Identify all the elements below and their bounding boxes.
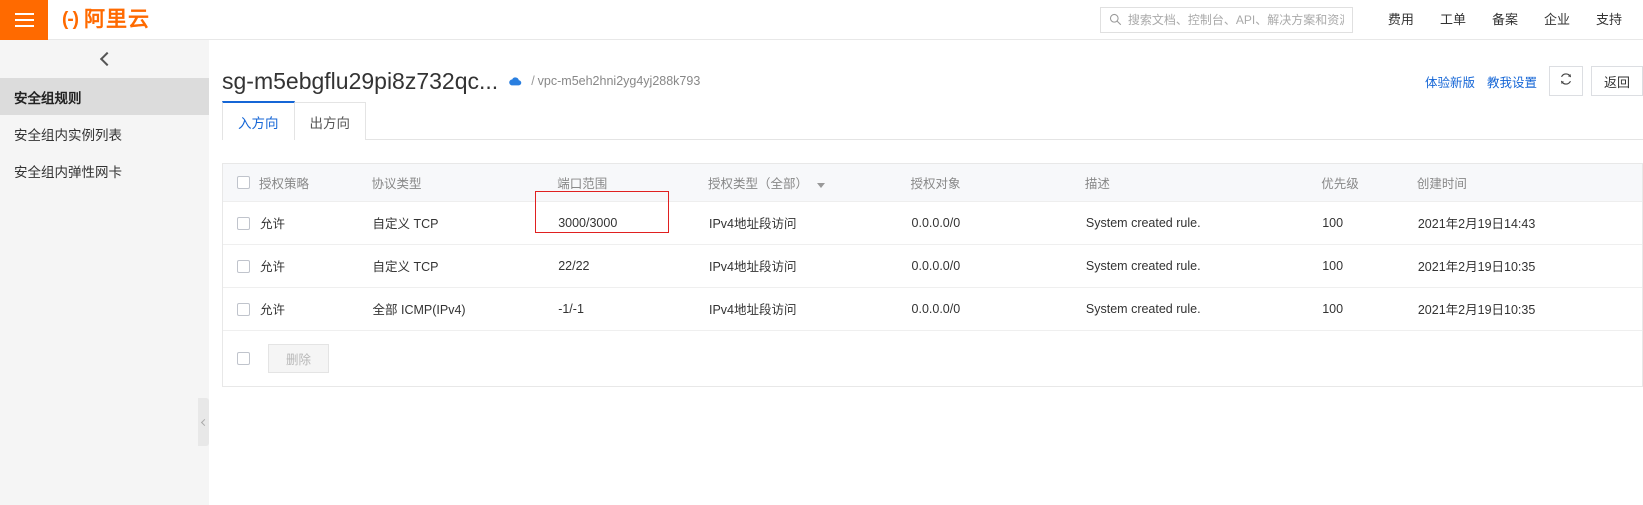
top-header: (-) 阿里云 费用 工单 备案 企业 支持 <box>0 0 1643 40</box>
column-header-policy: 授权策略 <box>259 164 372 202</box>
chevron-left-icon <box>99 51 114 67</box>
sidebar-item-eni-list[interactable]: 安全组内弹性网卡 <box>0 152 209 189</box>
row-checkbox-cell <box>223 244 259 288</box>
column-header-auth-type-label: 授权类型（全部） <box>707 176 808 191</box>
cell-description: System created rule. <box>1084 244 1322 288</box>
direction-tabs: 入方向 出方向 <box>222 100 1643 140</box>
header-nav-icp[interactable]: 备案 <box>1479 0 1531 40</box>
sidebar-collapse-button[interactable] <box>0 40 209 78</box>
sidebar-collapse-handle[interactable] <box>198 398 209 446</box>
cell-description: System created rule. <box>1084 201 1322 245</box>
table-row[interactable]: 允许 自定义 TCP 22/22 IPv4地址段访问 0.0.0.0/0 Sys… <box>223 244 1642 288</box>
delete-button[interactable]: 删除 <box>268 343 330 373</box>
table-row[interactable]: 允许 自定义 TCP 3000/3000 IPv4地址段访问 0.0.0.0/0… <box>223 190 1642 245</box>
column-header-port: 端口范围 <box>557 164 708 202</box>
back-button[interactable]: 返回 <box>1590 66 1643 96</box>
cell-policy: 允许 <box>259 287 372 331</box>
cell-protocol: 全部 ICMP(IPv4) <box>371 287 558 331</box>
breadcrumb-vpc-id: vpc-m5eh2hni2yg4yj288k793 <box>537 74 701 88</box>
row-checkbox-cell <box>223 287 259 331</box>
cell-priority: 100 <box>1321 244 1417 288</box>
page-header: sg-m5ebgflu29pi8z732qc... / vpc-m5eh2hni… <box>209 40 1643 100</box>
teach-settings-link[interactable]: 教我设置 <box>1487 72 1537 91</box>
sidebar-item-label: 安全组规则 <box>14 90 82 106</box>
cell-auth-type: IPv4地址段访问 <box>707 244 911 288</box>
cell-port: 3000/3000 <box>535 190 708 245</box>
cell-port: -1/-1 <box>557 287 708 331</box>
cell-auth-type: IPv4地址段访问 <box>707 201 911 245</box>
column-header-protocol: 协议类型 <box>371 164 558 202</box>
cloud-icon[interactable] <box>508 76 522 87</box>
sidebar-item-instance-list[interactable]: 安全组内实例列表 <box>0 115 209 152</box>
aliyun-logo-text: 阿里云 <box>83 8 150 31</box>
row-checkbox[interactable] <box>237 216 250 230</box>
cell-port-value: 3000/3000 <box>558 215 618 230</box>
refresh-icon <box>1559 72 1573 91</box>
header-nav-support[interactable]: 支持 <box>1583 0 1635 40</box>
cell-create-time: 2021年2月19日10:35 <box>1416 287 1642 331</box>
header-right-area: 费用 工单 备案 企业 支持 <box>1099 0 1643 40</box>
aliyun-logo-mark: (-) <box>62 9 79 30</box>
column-header-description: 描述 <box>1084 164 1322 202</box>
security-group-rules-table: 授权策略 协议类型 端口范围 授权类型（全部） 授权对象 描述 优先级 创建时间 <box>222 163 1643 331</box>
cell-auth-object: 0.0.0.0/0 <box>910 201 1085 245</box>
hamburger-menu-button[interactable] <box>0 0 48 40</box>
cell-protocol: 自定义 TCP <box>371 201 558 245</box>
cell-protocol: 自定义 TCP <box>371 244 558 288</box>
footer-select-all-checkbox[interactable] <box>237 351 250 365</box>
table-row[interactable]: 允许 全部 ICMP(IPv4) -1/-1 IPv4地址段访问 0.0.0.0… <box>223 287 1642 331</box>
select-all-header <box>223 164 259 202</box>
aliyun-logo[interactable]: (-) 阿里云 <box>62 9 150 30</box>
header-nav-enterprise[interactable]: 企业 <box>1531 0 1583 40</box>
global-search-box[interactable] <box>1099 6 1353 33</box>
row-checkbox[interactable] <box>237 302 250 316</box>
breadcrumb-separator: / <box>531 74 535 88</box>
cell-priority: 100 <box>1321 201 1417 245</box>
chevron-down-icon[interactable] <box>817 177 826 191</box>
search-input[interactable] <box>1127 12 1344 27</box>
select-all-checkbox[interactable] <box>237 176 250 190</box>
cell-auth-object: 0.0.0.0/0 <box>910 287 1085 331</box>
column-header-create-time: 创建时间 <box>1416 164 1642 202</box>
column-header-auth-type[interactable]: 授权类型（全部） <box>707 164 911 202</box>
column-header-auth-object: 授权对象 <box>910 164 1085 202</box>
search-icon <box>1109 13 1122 26</box>
cell-policy: 允许 <box>259 244 372 288</box>
row-checkbox[interactable] <box>237 259 250 273</box>
sidebar: 安全组规则 安全组内实例列表 安全组内弹性网卡 <box>0 40 209 505</box>
cell-policy: 允许 <box>259 201 372 245</box>
sidebar-item-label: 安全组内实例列表 <box>14 127 122 143</box>
page-header-actions: 体验新版 教我设置 返回 <box>1425 66 1643 96</box>
chevron-left-icon <box>200 418 209 426</box>
hamburger-icon-bar <box>14 18 34 21</box>
cell-auth-type: IPv4地址段访问 <box>707 287 911 331</box>
row-checkbox-cell <box>223 201 259 245</box>
hamburger-icon-bar <box>14 12 34 15</box>
refresh-button[interactable] <box>1548 66 1583 96</box>
table-header-row: 授权策略 协议类型 端口范围 授权类型（全部） 授权对象 描述 优先级 创建时间 <box>223 164 1642 202</box>
header-nav-tickets[interactable]: 工单 <box>1427 0 1479 40</box>
try-new-version-link[interactable]: 体验新版 <box>1425 72 1475 91</box>
cell-port: 22/22 <box>557 244 708 288</box>
cell-create-time: 2021年2月19日10:35 <box>1416 244 1642 288</box>
column-header-priority: 优先级 <box>1321 164 1417 202</box>
hamburger-icon-bar <box>14 24 34 27</box>
cell-priority: 100 <box>1321 287 1417 331</box>
cell-auth-object: 0.0.0.0/0 <box>910 244 1085 288</box>
cell-description: System created rule. <box>1084 287 1322 331</box>
tab-outbound[interactable]: 出方向 <box>294 102 366 140</box>
cell-create-time: 2021年2月19日14:43 <box>1416 201 1642 245</box>
main-content: sg-m5ebgflu29pi8z732qc... / vpc-m5eh2hni… <box>209 40 1643 505</box>
sidebar-item-label: 安全组内弹性网卡 <box>14 164 122 180</box>
table-footer: 删除 <box>222 330 1643 387</box>
page-title: sg-m5ebgflu29pi8z732qc... <box>222 67 499 94</box>
tab-inbound[interactable]: 入方向 <box>222 101 295 140</box>
header-nav-fees[interactable]: 费用 <box>1375 0 1427 40</box>
sidebar-item-security-group-rules[interactable]: 安全组规则 <box>0 78 209 115</box>
